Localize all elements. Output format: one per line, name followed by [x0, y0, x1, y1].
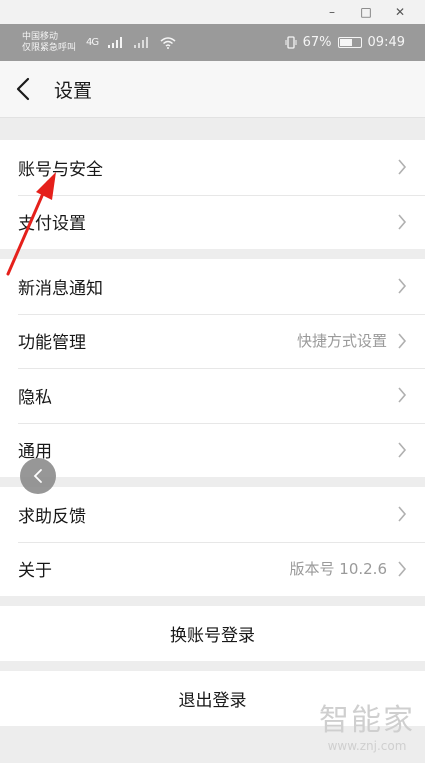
page-title: 设置	[54, 79, 93, 102]
settings-item-label: 功能管理	[18, 333, 86, 354]
status-bar: 中国移动 仅限紧急呼叫 4G 67% 09:49	[0, 24, 425, 61]
settings-group-general: 新消息通知 功能管理 快捷方式设置 隐私 通用	[0, 259, 425, 477]
settings-item-label: 关于	[18, 561, 52, 582]
settings-item-label: 支付设置	[18, 214, 86, 235]
chevron-right-icon	[398, 159, 407, 175]
clock: 09:49	[367, 35, 405, 50]
maximize-button[interactable]: □	[349, 0, 383, 24]
settings-item-general[interactable]: 通用	[0, 422, 425, 478]
chevron-right-icon	[398, 214, 407, 230]
battery-icon	[337, 37, 362, 48]
settings-item-label: 通用	[18, 442, 52, 463]
settings-item-label: 账号与安全	[18, 159, 103, 180]
carrier-info: 中国移动 仅限紧急呼叫	[22, 32, 76, 54]
settings-item-label: 新消息通知	[18, 278, 103, 299]
close-button[interactable]: ✕	[383, 0, 417, 24]
settings-item-label: 求助反馈	[18, 506, 86, 527]
annotation-arrow	[6, 172, 56, 276]
settings-item-value: 版本号 10.2.6	[289, 560, 387, 579]
chevron-right-icon	[398, 506, 407, 522]
signal-icon	[108, 37, 123, 48]
watermark: 智能家 www.znj.com	[319, 695, 415, 753]
chevron-right-icon	[398, 442, 407, 458]
network-type: 4G	[86, 37, 99, 48]
settings-item-value: 快捷方式设置	[296, 332, 387, 351]
settings-item-features[interactable]: 功能管理 快捷方式设置	[0, 313, 425, 369]
switch-account-button[interactable]: 换账号登录	[0, 606, 425, 661]
back-arrow-icon	[16, 77, 30, 101]
header: 设置	[0, 61, 425, 118]
settings-item-about[interactable]: 关于 版本号 10.2.6	[0, 541, 425, 597]
chevron-right-icon	[398, 278, 407, 294]
watermark-url: www.znj.com	[327, 739, 407, 753]
chevron-left-icon	[33, 469, 42, 483]
minimize-button[interactable]: –	[315, 0, 349, 24]
battery-percent: 67%	[302, 35, 332, 50]
settings-item-feedback[interactable]: 求助反馈	[0, 487, 425, 542]
vibrate-icon	[285, 36, 297, 49]
settings-item-privacy[interactable]: 隐私	[0, 368, 425, 423]
chevron-right-icon	[398, 387, 407, 403]
chevron-right-icon	[398, 561, 407, 577]
back-button[interactable]	[16, 74, 40, 104]
settings-item-label: 隐私	[18, 387, 52, 408]
carrier-status: 仅限紧急呼叫	[22, 42, 77, 53]
wifi-icon	[160, 36, 176, 49]
window-title-bar: – □ ✕	[0, 0, 425, 24]
signal-icon-secondary	[134, 37, 149, 48]
carrier-name: 中国移动	[22, 31, 59, 42]
watermark-title: 智能家	[319, 703, 415, 738]
settings-group-help: 求助反馈 关于 版本号 10.2.6	[0, 487, 425, 596]
chevron-right-icon	[398, 333, 407, 349]
floating-back-button[interactable]	[20, 458, 56, 494]
